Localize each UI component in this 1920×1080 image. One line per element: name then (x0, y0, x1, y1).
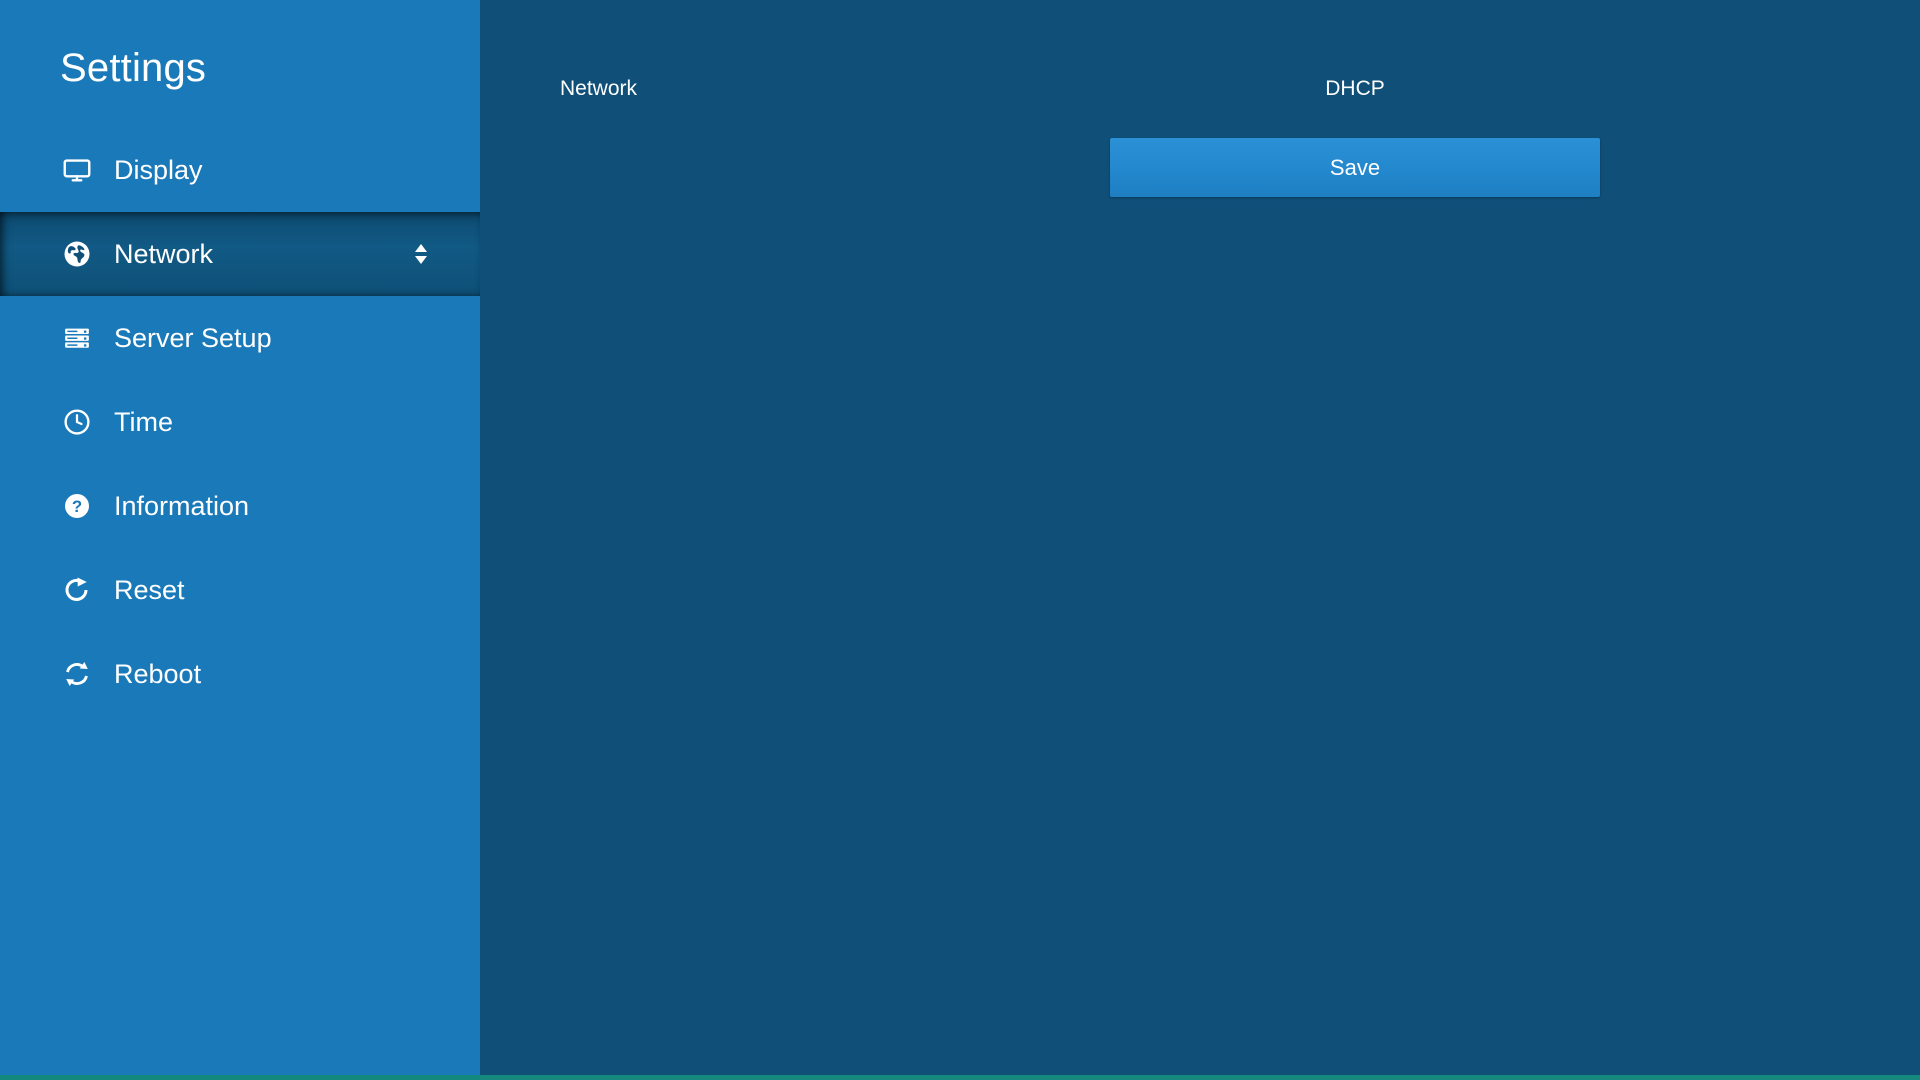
network-field-label: Network (560, 77, 638, 100)
svg-text:?: ? (72, 497, 82, 516)
monitor-icon (60, 153, 94, 187)
dhcp-mode-label: DHCP (1325, 77, 1385, 100)
sidebar: Settings Display Network Server Setup Ti… (0, 0, 480, 1080)
question-mark-icon: ? (60, 489, 94, 523)
sidebar-item-label: Reset (114, 574, 185, 605)
sort-up-down-icon[interactable] (408, 237, 434, 271)
bottom-accent-strip-sidebar (0, 1075, 480, 1080)
sync-refresh-icon (60, 657, 94, 691)
sidebar-item-label: Server Setup (114, 322, 272, 353)
sidebar-item-reset[interactable]: Reset (0, 548, 480, 632)
sidebar-item-server-setup[interactable]: Server Setup (0, 296, 480, 380)
sidebar-item-information[interactable]: ? Information (0, 464, 480, 548)
main-content: Network DHCP Save (480, 0, 1920, 1080)
sidebar-item-label: Information (114, 490, 250, 521)
network-settings-form: Network DHCP (480, 78, 1920, 108)
sidebar-item-display[interactable]: Display (0, 128, 480, 212)
sidebar-item-label: Network (114, 238, 214, 269)
page-title: Settings (60, 46, 207, 90)
sidebar-item-time[interactable]: Time (0, 380, 480, 464)
rotate-right-icon (60, 573, 94, 607)
save-button[interactable]: Save (1110, 138, 1600, 197)
server-icon (60, 321, 94, 355)
sidebar-item-reboot[interactable]: Reboot (0, 632, 480, 716)
globe-icon (60, 237, 94, 271)
sidebar-item-network[interactable]: Network (0, 212, 480, 296)
sidebar-item-label: Display (114, 154, 203, 185)
sidebar-nav-list: Display Network Server Setup Time ? Info… (0, 128, 480, 716)
sidebar-item-label: Time (114, 406, 173, 437)
clock-icon (60, 405, 94, 439)
sidebar-item-label: Reboot (114, 658, 202, 689)
settings-window: Settings Display Network Server Setup Ti… (0, 0, 1920, 1080)
